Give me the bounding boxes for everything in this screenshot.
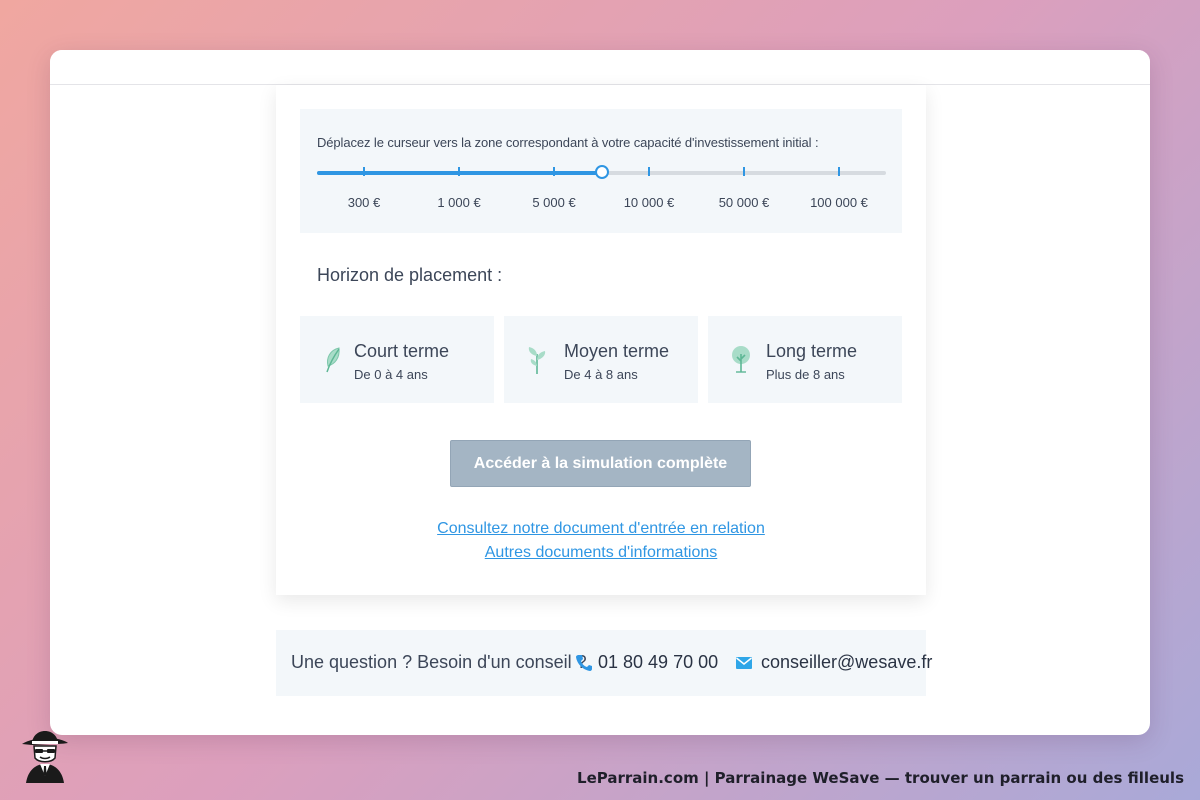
- other-documents-link[interactable]: Autres documents d'informations: [276, 544, 926, 562]
- slider-tick: [363, 167, 365, 176]
- contact-phone[interactable]: 01 80 49 70 00: [598, 652, 718, 673]
- slider-thumb[interactable]: [595, 165, 609, 179]
- contact-email[interactable]: conseiller@wesave.fr: [761, 652, 932, 673]
- phone-icon: [576, 655, 592, 671]
- slider-tick: [743, 167, 745, 176]
- option-title: Long terme: [766, 341, 858, 361]
- horizon-option-short[interactable]: Court terme De 0 à 4 ans: [300, 316, 494, 403]
- tick-label: 300 €: [347, 195, 381, 210]
- slider-tick: [648, 167, 650, 176]
- tick-label: 50 000 €: [718, 195, 770, 210]
- tree-icon: [732, 346, 750, 373]
- contact-bar: Une question ? Besoin d'un conseil ? 01 …: [276, 630, 932, 696]
- horizon-title: Horizon de placement :: [317, 265, 503, 285]
- relation-document-link[interactable]: Consultez notre document d'entrée en rel…: [276, 520, 926, 538]
- simulator-card: Déplacez le curseur vers la zone corresp…: [276, 85, 926, 595]
- option-subtitle: Plus de 8 ans: [766, 367, 845, 382]
- tick-label: 100 000 €: [810, 195, 868, 210]
- window-top-bar: [50, 50, 1150, 85]
- contact-question: Une question ? Besoin d'un conseil ?: [291, 652, 587, 672]
- slider-track[interactable]: [317, 165, 886, 179]
- horizon-option-medium[interactable]: Moyen terme De 4 à 8 ans: [504, 316, 698, 403]
- browser-window: Déplacez le curseur vers la zone corresp…: [50, 50, 1150, 735]
- investment-slider-panel: Déplacez le curseur vers la zone corresp…: [300, 109, 902, 233]
- sprout-icon: [528, 347, 546, 374]
- slider-instruction: Déplacez le curseur vers la zone corresp…: [317, 135, 819, 150]
- horizon-option-long[interactable]: Long terme Plus de 8 ans: [708, 316, 902, 403]
- full-simulation-button[interactable]: Accéder à la simulation complète: [450, 440, 751, 487]
- tick-label: 5 000 €: [532, 195, 576, 210]
- tick-label: 10 000 €: [623, 195, 675, 210]
- detective-icon: [22, 731, 68, 783]
- envelope-icon: [736, 657, 752, 669]
- slider-tick: [458, 167, 460, 176]
- leaf-icon: [326, 347, 340, 373]
- option-subtitle: De 0 à 4 ans: [354, 367, 428, 382]
- option-subtitle: De 4 à 8 ans: [564, 367, 638, 382]
- tick-label: 1 000 €: [437, 195, 481, 210]
- slider-tick: [553, 167, 555, 176]
- option-title: Moyen terme: [564, 341, 670, 361]
- slider-tick: [838, 167, 840, 176]
- slider-tick-labels: 300 € 1 000 € 5 000 € 10 000 € 50 000 € …: [317, 195, 886, 215]
- option-title: Court terme: [354, 341, 450, 361]
- footer-caption: LeParrain.com | Parrainage WeSave — trou…: [577, 769, 1184, 787]
